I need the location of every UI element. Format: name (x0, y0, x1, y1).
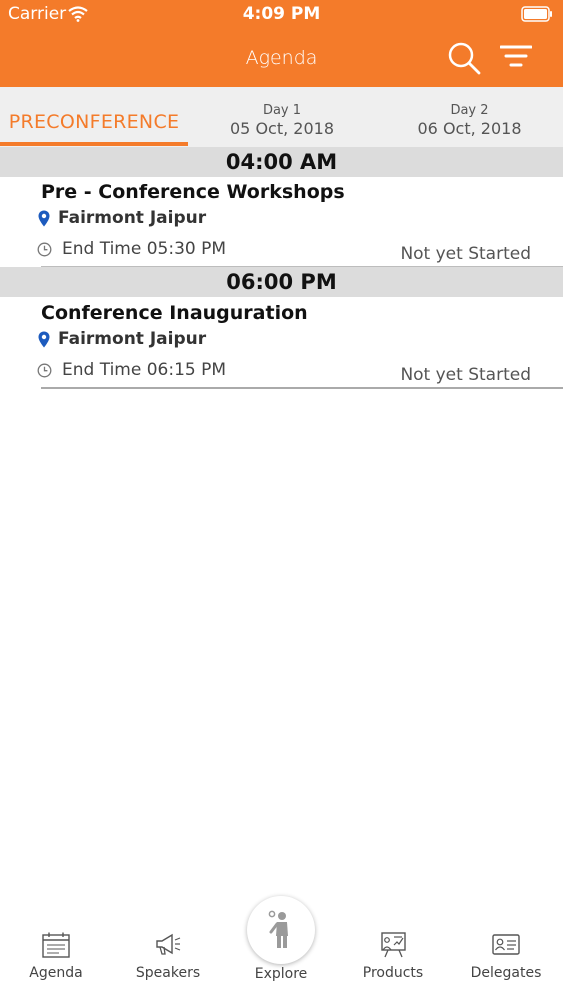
status-time: 4:09 PM (242, 4, 321, 24)
session-time-header: 06:00 PM (0, 267, 563, 297)
calendar-icon (42, 932, 70, 962)
id-card-icon (492, 932, 520, 962)
session-end-time: End Time 05:30 PM (62, 239, 227, 259)
tabbar-agenda-label: Agenda (29, 965, 83, 981)
tabbar-products-label: Products (362, 965, 424, 981)
session-title[interactable]: Conference Inauguration (41, 302, 308, 324)
app-header: Carrier 4:09 PM Agenda (0, 0, 563, 87)
search-icon[interactable] (446, 40, 482, 80)
session-status: Not yet Started (400, 244, 531, 264)
session-end-time: End Time 06:15 PM (62, 360, 227, 380)
tabbar-explore-label[interactable]: Explore (225, 966, 337, 982)
location-pin-icon (38, 210, 50, 231)
megaphone-icon (154, 932, 182, 962)
battery-icon (521, 6, 553, 26)
tab-day-2[interactable]: Day 2 06 Oct, 2018 (376, 87, 563, 146)
tab-day-1-day: Day 1 (262, 103, 302, 118)
tab-day-2-date: 06 Oct, 2018 (417, 119, 522, 138)
tab-preconference-label: PRECONFERENCE (8, 111, 180, 133)
session-venue: Fairmont Jaipur (58, 329, 207, 349)
session-divider (41, 387, 563, 389)
presentation-icon (379, 932, 407, 962)
session-status: Not yet Started (400, 365, 531, 385)
session-venue: Fairmont Jaipur (58, 208, 207, 228)
tab-preconference[interactable]: PRECONFERENCE (0, 87, 188, 146)
filter-icon[interactable] (499, 44, 533, 74)
tabbar-speakers-label: Speakers (135, 965, 201, 981)
session-title[interactable]: Pre - Conference Workshops (41, 181, 345, 203)
day-tabs: PRECONFERENCE Day 1 05 Oct, 2018 Day 2 0… (0, 87, 563, 148)
active-tab-indicator (0, 142, 188, 146)
tab-day-1-date: 05 Oct, 2018 (230, 119, 334, 138)
tab-day-2-day: Day 2 (450, 103, 489, 118)
session-time-header: 04:00 AM (0, 147, 563, 177)
clock-icon (37, 363, 52, 382)
location-pin-icon (38, 331, 50, 352)
explorer-figure-icon (267, 910, 295, 954)
explore-button[interactable] (247, 896, 315, 964)
tab-day-1[interactable]: Day 1 05 Oct, 2018 (188, 87, 376, 146)
clock-icon (37, 242, 52, 261)
tabbar-delegates-label: Delegates (470, 965, 542, 981)
